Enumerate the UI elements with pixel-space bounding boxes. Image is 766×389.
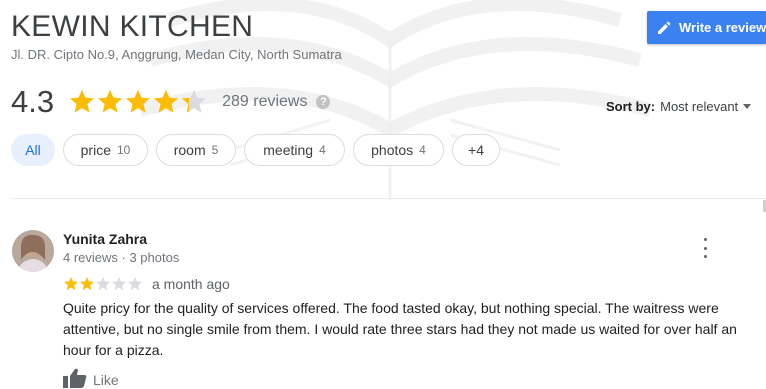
star-filled-icon xyxy=(64,277,78,291)
chip-label: price xyxy=(80,142,111,158)
review-date: a month ago xyxy=(152,276,230,292)
star-filled-icon xyxy=(80,277,94,291)
rating-value: 4.3 xyxy=(11,84,55,119)
chip-count: 5 xyxy=(211,143,219,157)
chip-photos[interactable]: photos 4 xyxy=(353,134,444,166)
chip-room[interactable]: room 5 xyxy=(156,134,236,166)
reviewer-meta: 4 reviews · 3 photos xyxy=(63,250,180,265)
star-half-icon xyxy=(182,89,207,113)
like-label: Like xyxy=(93,372,119,388)
chip-price[interactable]: price 10 xyxy=(63,134,148,166)
star-empty-icon xyxy=(96,277,110,291)
chip-label: photos xyxy=(371,142,414,158)
thumbs-up-icon xyxy=(63,368,87,388)
caret-down-icon xyxy=(743,104,752,109)
chip-meeting[interactable]: meeting 4 xyxy=(244,134,345,166)
help-icon[interactable]: ? xyxy=(316,95,331,109)
filter-chips: All price 10 room 5 meeting 4 photos 4 +… xyxy=(11,134,508,166)
more-options-icon[interactable] xyxy=(699,238,711,258)
business-title: KEWIN KITCHEN xyxy=(11,10,254,43)
reviewer-name[interactable]: Yunita Zahra xyxy=(63,231,147,247)
star-empty-icon xyxy=(112,277,126,291)
write-review-button[interactable]: Write a review xyxy=(647,11,766,44)
like-button[interactable]: Like xyxy=(63,368,119,388)
review-stars xyxy=(63,276,143,292)
chip-all[interactable]: All xyxy=(11,134,55,166)
star-filled-icon xyxy=(70,89,95,113)
chip-count: 10 xyxy=(117,143,131,157)
chip-label: room xyxy=(173,142,206,158)
chip-label: meeting xyxy=(263,142,314,158)
chip-more[interactable]: +4 xyxy=(452,134,500,166)
pencil-icon xyxy=(658,21,671,34)
star-filled-icon xyxy=(126,89,151,113)
reviews-count-link[interactable]: 289 reviews xyxy=(222,93,307,111)
sort-dropdown[interactable]: Sort by: Most relevant xyxy=(606,99,766,114)
star-filled-icon xyxy=(98,89,123,113)
chip-count: 4 xyxy=(419,143,426,157)
chip-label: +4 xyxy=(468,142,484,158)
avatar[interactable] xyxy=(12,230,54,272)
review-rating: a month ago xyxy=(63,276,230,292)
star-filled-icon xyxy=(154,89,179,113)
sort-value: Most relevant xyxy=(660,99,739,114)
chip-label: All xyxy=(25,142,41,158)
rating-summary: 4.3 289 reviews ? xyxy=(11,84,331,120)
review-text: Quite pricy for the quality of services … xyxy=(63,300,737,358)
star-empty-icon xyxy=(128,277,142,291)
chip-count: 4 xyxy=(319,143,326,157)
write-review-label: Write a review xyxy=(679,20,766,35)
business-address: Jl. DR. Cipto No.9, Anggrung, Medan City… xyxy=(11,47,342,62)
sort-label: Sort by: xyxy=(606,99,656,114)
divider xyxy=(11,198,766,199)
rating-stars xyxy=(68,88,208,116)
